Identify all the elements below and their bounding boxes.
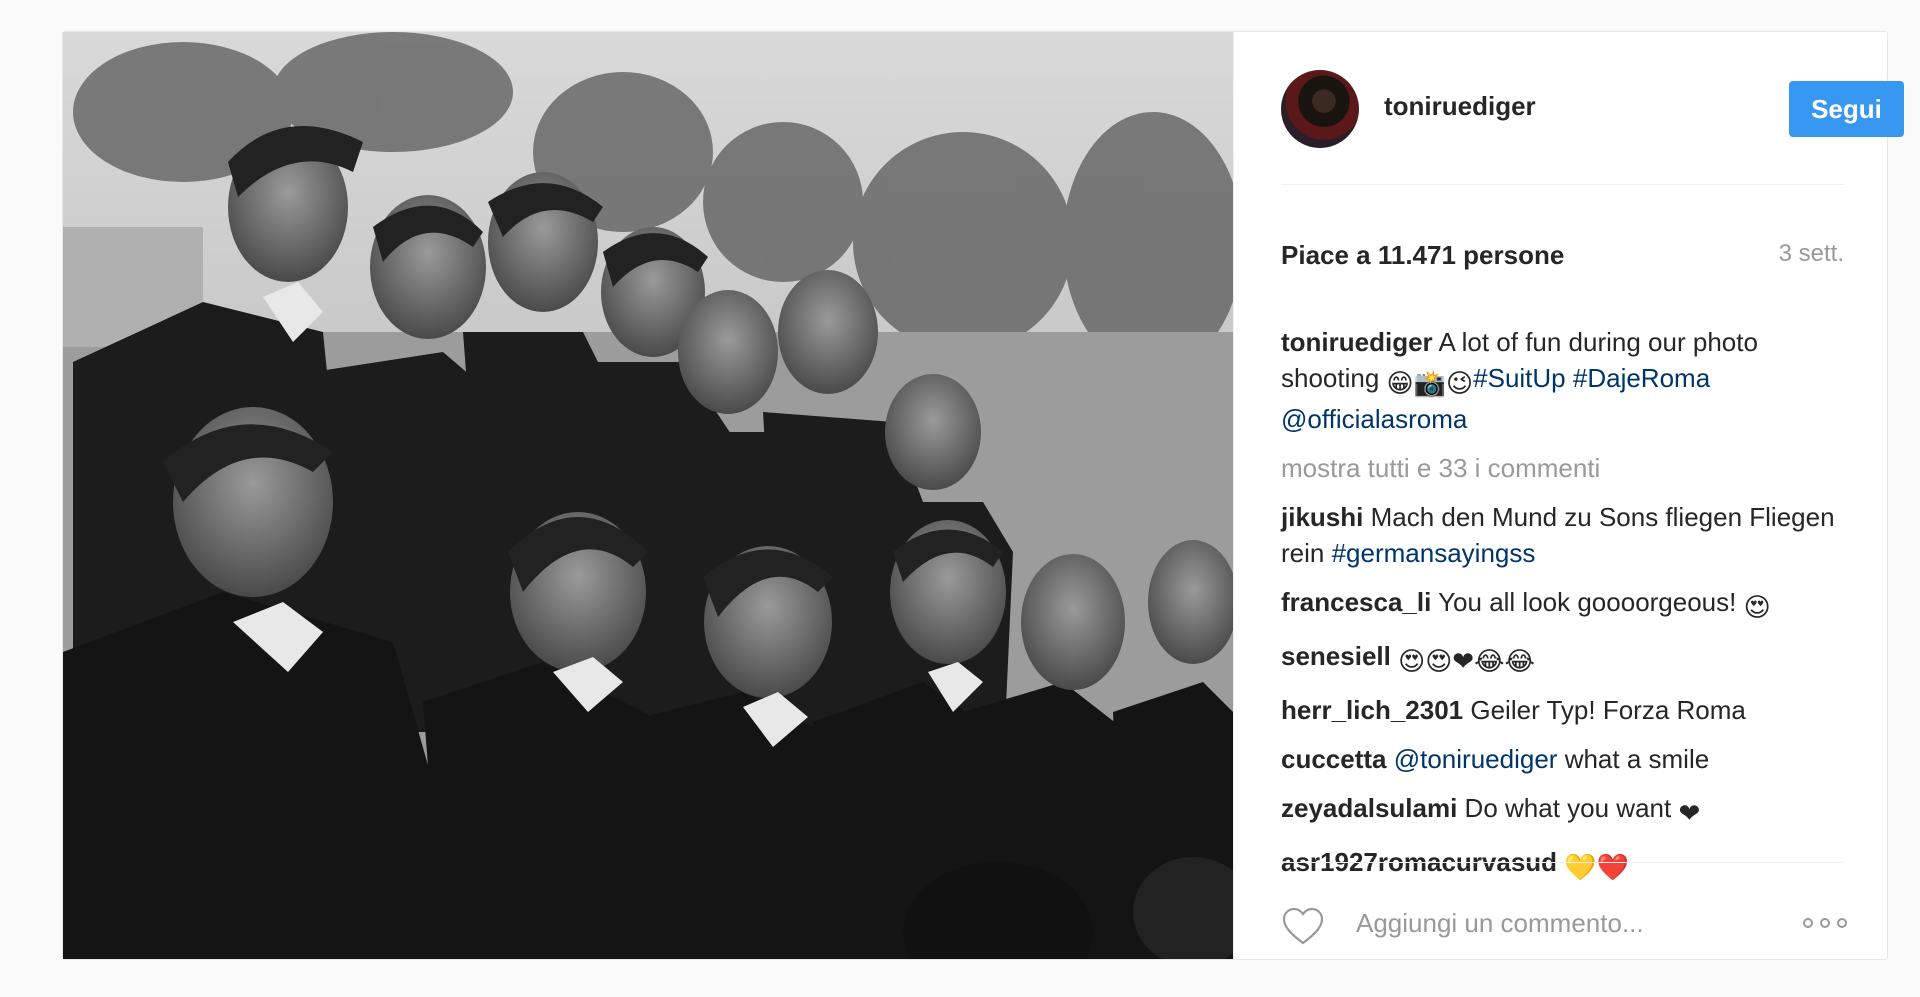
profile-username[interactable]: toniruediger [1384, 91, 1536, 122]
likes-row: Piace a 11.471 persone 3 sett. [1281, 240, 1844, 274]
post-header: toniruediger Segui [1234, 32, 1904, 184]
post-photo[interactable] [63, 32, 1233, 959]
comment-emoji: ❤ [1678, 798, 1701, 828]
comment-text: Do what you want [1464, 793, 1672, 823]
post-sidebar: toniruediger Segui Piace a 11.471 person… [1233, 32, 1904, 960]
comment-user[interactable]: herr_lich_2301 [1281, 695, 1463, 725]
comment-mention[interactable]: @toniruediger [1394, 744, 1558, 774]
mention-officialasroma[interactable]: @officialasroma [1281, 404, 1467, 434]
profile-avatar[interactable] [1281, 70, 1359, 148]
post-card: toniruediger Segui Piace a 11.471 person… [62, 31, 1904, 960]
comment-item: herr_lich_2301 Geiler Typ! Forza Roma [1281, 692, 1851, 728]
comment-user[interactable]: cuccetta [1281, 744, 1387, 774]
likes-count[interactable]: Piace a 11.471 persone [1281, 240, 1564, 271]
footer-divider [1281, 862, 1844, 863]
comment-emoji: 😍 [1743, 592, 1771, 622]
comments-list: toniruediger A lot of fun during our pho… [1281, 324, 1851, 898]
comment-bar [1234, 870, 1888, 960]
comment-text: Geiler Typ! Forza Roma [1470, 695, 1746, 725]
comment-hashtag[interactable]: #germansayingss [1332, 538, 1536, 568]
comment-user[interactable]: jikushi [1281, 502, 1363, 532]
caption: toniruediger A lot of fun during our pho… [1281, 324, 1851, 437]
comment-item: jikushi Mach den Mund zu Sons fliegen Fl… [1281, 499, 1851, 571]
comment-user[interactable]: zeyadalsulami [1281, 793, 1457, 823]
show-all-comments-link[interactable]: mostra tutti e 33 i commenti [1281, 450, 1851, 486]
comment-user[interactable]: francesca_li [1281, 587, 1431, 617]
comment-text: You all look goooorgeous! [1438, 587, 1737, 617]
comment-input[interactable] [1354, 902, 1778, 944]
comment-emoji: 😍😍❤😂😂 [1398, 646, 1535, 676]
hashtag-suitup[interactable]: #SuitUp [1473, 363, 1566, 393]
comment-item: senesiell 😍😍❤😂😂 [1281, 638, 1851, 679]
comment-text: what a smile [1564, 744, 1710, 774]
comment-item: francesca_li You all look goooorgeous! 😍 [1281, 584, 1851, 625]
comment-user[interactable]: senesiell [1281, 641, 1391, 671]
comment-item: cuccetta @toniruediger what a smile [1281, 741, 1851, 777]
heart-outline-icon[interactable] [1281, 906, 1325, 946]
follow-button[interactable]: Segui [1789, 81, 1904, 137]
post-time[interactable]: 3 sett. [1779, 240, 1844, 268]
caption-emoji: 😁📸😉 [1386, 368, 1474, 398]
more-options-icon[interactable] [1800, 913, 1850, 933]
comment-item: zeyadalsulami Do what you want ❤ [1281, 790, 1851, 831]
header-divider [1281, 184, 1844, 185]
hashtag-dajeroma[interactable]: #DajeRoma [1573, 363, 1710, 393]
caption-user[interactable]: toniruediger [1281, 327, 1433, 357]
